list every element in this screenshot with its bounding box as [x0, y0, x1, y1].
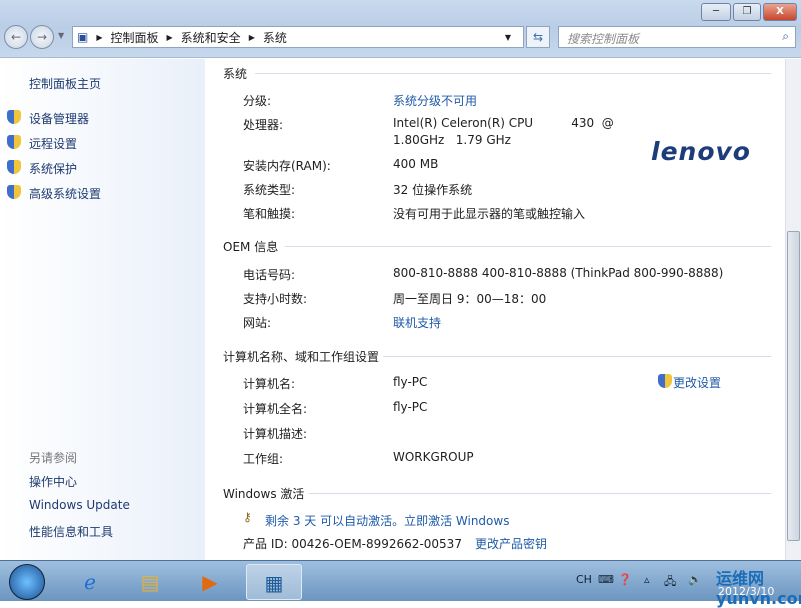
website-label: 网站:: [243, 316, 272, 330]
system-type-label: 系统类型:: [243, 183, 296, 197]
back-button[interactable]: ←: [4, 25, 28, 49]
see-also-action-center[interactable]: 操作中心: [29, 473, 77, 490]
see-also-heading: 另请参阅: [29, 451, 78, 465]
taskbar: ℯ ▤ ▶ ▦ CH ⌨ ❓ ▵ 🖧 🔈 运维网 yunvn.com 2012/…: [0, 560, 801, 608]
show-hidden-icons[interactable]: ▵: [644, 573, 650, 586]
ie-taskbar-icon[interactable]: ℯ: [64, 564, 116, 600]
sidebar: 控制面板主页 设备管理器 远程设置 系统保护 高级系统设置 另请参阅 操作中心 …: [0, 59, 205, 560]
hours-label: 支持小时数:: [243, 292, 308, 306]
restore-button[interactable]: ❐: [733, 3, 761, 21]
media-player-taskbar-icon[interactable]: ▶: [184, 564, 236, 600]
ram-value: 400 MB: [393, 157, 439, 171]
phone-value: 800-810-8888 400-810-8888 (ThinkPad 800-…: [393, 266, 724, 280]
sidebar-home[interactable]: 控制面板主页: [29, 75, 101, 92]
chevron-right-icon: ▶: [248, 32, 255, 42]
hours-value: 周一至周日 9：00—18：00: [393, 292, 547, 306]
activate-link[interactable]: 剩余 3 天 可以自动激活。立即激活 Windows: [265, 512, 509, 529]
explorer-taskbar-icon[interactable]: ▤: [124, 564, 176, 600]
search-icon[interactable]: ⌕: [782, 29, 789, 44]
phone-label: 电话号码:: [243, 268, 296, 282]
control-panel-taskbar-icon[interactable]: ▦: [246, 564, 302, 600]
address-dropdown-icon[interactable]: ▼: [505, 33, 511, 42]
help-icon[interactable]: ❓: [618, 573, 632, 586]
scrollbar-thumb[interactable]: [787, 231, 800, 541]
network-icon[interactable]: 🖧: [664, 573, 676, 592]
breadcrumb-control-panel[interactable]: 控制面板: [111, 29, 159, 46]
change-settings-link[interactable]: 更改设置: [673, 374, 721, 391]
processor-speed: 1.80GHz 1.79 GHz: [393, 133, 511, 147]
shield-icon: [7, 185, 21, 199]
description-label: 计算机描述:: [243, 427, 308, 441]
address-bar[interactable]: ▣ ▶ 控制面板 ▶ 系统和安全 ▶ 系统 ▼: [72, 26, 524, 48]
shield-icon: [7, 160, 21, 174]
close-button[interactable]: X: [763, 3, 797, 21]
lenovo-logo: lenovo: [651, 137, 751, 166]
control-panel-icon: ▣: [77, 30, 89, 44]
sidebar-item-advanced[interactable]: 高级系统设置: [29, 185, 101, 202]
sidebar-item-device-manager[interactable]: 设备管理器: [29, 110, 89, 127]
vertical-scrollbar[interactable]: [785, 59, 801, 560]
computer-name-value: fly-PC: [393, 375, 428, 389]
shield-icon: [658, 374, 672, 388]
rating-label: 分级:: [243, 94, 272, 108]
full-name-value: fly-PC: [393, 400, 428, 414]
clock-date[interactable]: 2012/3/10: [718, 585, 774, 598]
start-button[interactable]: [9, 564, 45, 600]
oem-heading: OEM 信息: [223, 240, 279, 254]
sidebar-item-protection[interactable]: 系统保护: [29, 160, 77, 177]
workgroup-label: 工作组:: [243, 452, 284, 466]
keyboard-icon[interactable]: ⌨: [598, 573, 614, 586]
pen-touch-label: 笔和触摸:: [243, 207, 296, 221]
product-id: 产品 ID: 00426-OEM-8992662-00537: [243, 537, 462, 551]
computer-heading: 计算机名称、域和工作组设置: [223, 350, 380, 364]
full-name-label: 计算机全名:: [243, 402, 308, 416]
title-bar: ─ ❐ X ← → ▼ ▣ ▶ 控制面板 ▶ 系统和安全 ▶ 系统 ▼ ⇆ 搜索…: [0, 0, 801, 58]
processor-value: Intel(R) Celeron(R) CPU 430 @: [393, 116, 614, 130]
computer-name-label: 计算机名:: [243, 377, 296, 391]
key-icon: ⚷: [243, 510, 252, 524]
rating-link[interactable]: 系统分级不可用: [393, 92, 477, 109]
refresh-button[interactable]: ⇆: [526, 26, 550, 48]
workgroup-value: WORKGROUP: [393, 450, 474, 464]
volume-icon[interactable]: 🔈: [688, 573, 702, 586]
processor-label: 处理器:: [243, 118, 284, 132]
main-content: 系统 分级: 系统分级不可用 处理器: Intel(R) Celeron(R) …: [205, 59, 785, 560]
recent-pages-chevron-icon[interactable]: ▼: [58, 31, 64, 40]
pen-touch-value: 没有可用于此显示器的笔或触控输入: [393, 207, 586, 221]
see-also-performance[interactable]: 性能信息和工具: [29, 523, 113, 540]
online-support-link[interactable]: 联机支持: [393, 314, 441, 331]
ram-label: 安装内存(RAM):: [243, 159, 331, 173]
chevron-right-icon: ▶: [96, 32, 103, 42]
search-placeholder: 搜索控制面板: [567, 32, 640, 46]
system-heading: 系统: [223, 67, 248, 81]
search-input[interactable]: 搜索控制面板 ⌕: [558, 26, 796, 48]
chevron-right-icon: ▶: [166, 32, 173, 42]
minimize-button[interactable]: ─: [701, 3, 731, 21]
shield-icon: [7, 135, 21, 149]
activation-heading: Windows 激活: [223, 487, 305, 501]
language-indicator[interactable]: CH: [576, 573, 592, 586]
breadcrumb-system-security[interactable]: 系统和安全: [181, 29, 241, 46]
change-key-link[interactable]: 更改产品密钥: [475, 535, 547, 552]
see-also-windows-update[interactable]: Windows Update: [29, 498, 130, 512]
breadcrumb-system[interactable]: 系统: [263, 29, 287, 46]
forward-button[interactable]: →: [30, 25, 54, 49]
sidebar-item-remote[interactable]: 远程设置: [29, 135, 77, 152]
system-type-value: 32 位操作系统: [393, 183, 473, 197]
shield-icon: [7, 110, 21, 124]
